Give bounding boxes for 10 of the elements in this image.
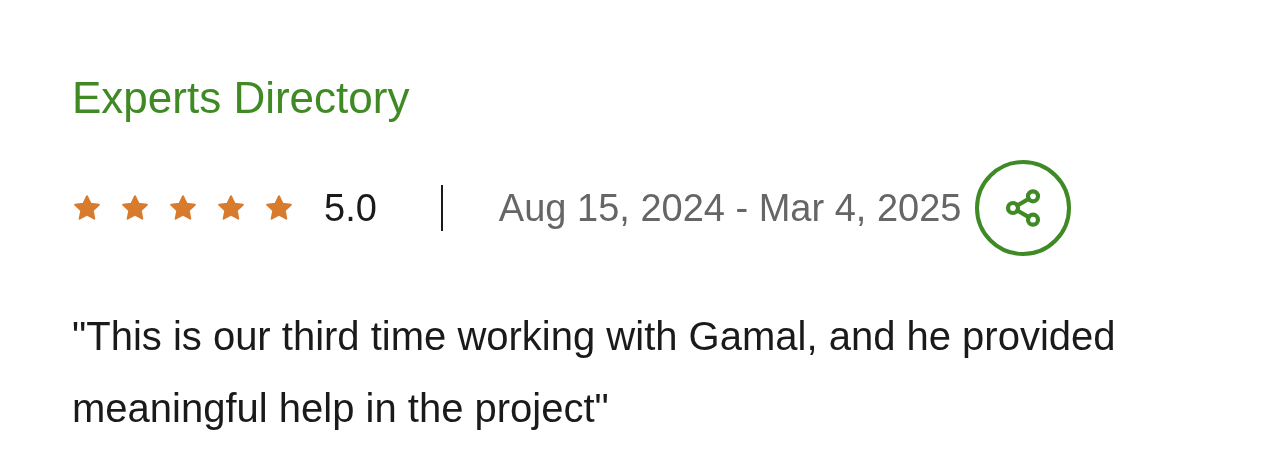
star-icon: [264, 193, 294, 223]
star-icon: [216, 193, 246, 223]
date-range: Aug 15, 2024 - Mar 4, 2025: [498, 185, 962, 231]
review-quote: "This is our third time working with Gamal, and he provided meaningful help in the project": [72, 313, 1117, 432]
rating-score: 5.0: [324, 185, 377, 231]
directory-title[interactable]: Experts Directory: [72, 70, 410, 126]
star-icon: [168, 193, 198, 223]
star-icon: [72, 193, 102, 223]
share-button[interactable]: [975, 160, 1072, 256]
star-icon: [120, 193, 150, 223]
